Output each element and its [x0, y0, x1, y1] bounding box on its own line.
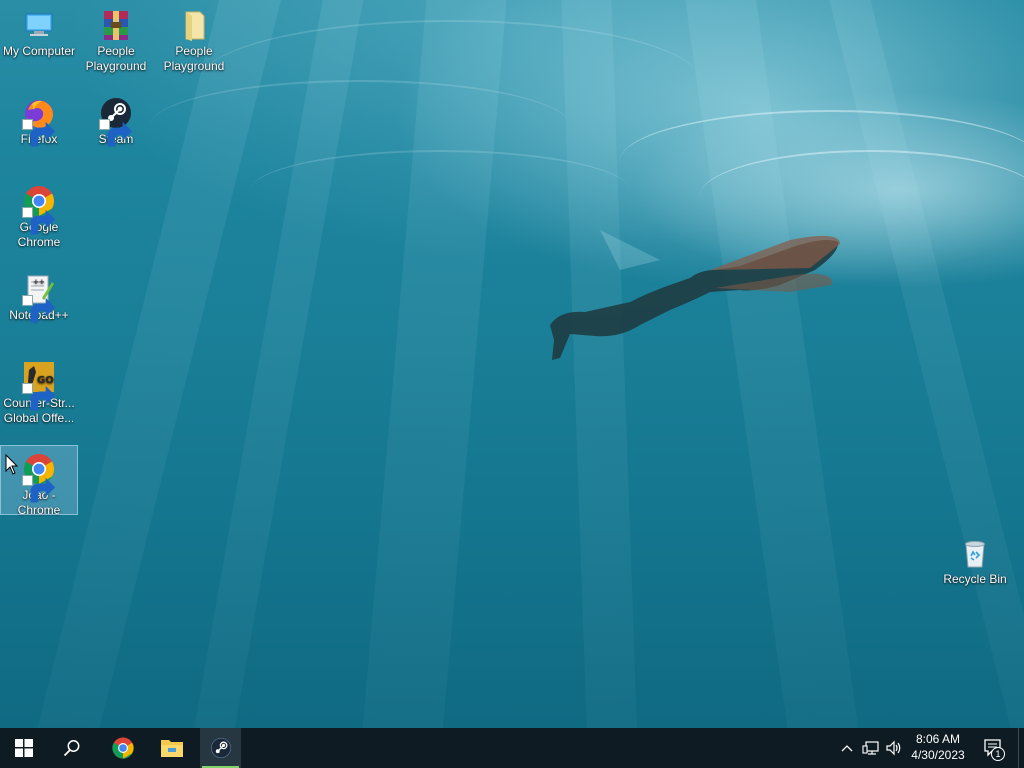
shortcut-arrow-icon: [22, 475, 56, 503]
shortcut-arrow-icon: [22, 295, 56, 323]
network-icon: [862, 741, 879, 755]
surface-ripple: [250, 150, 630, 232]
desktop-background[interactable]: My Computer People Playground People Pla…: [0, 0, 1024, 728]
desktop-icon-my-computer[interactable]: My Computer: [1, 2, 77, 59]
light-ray: [820, 0, 1024, 728]
chrome-icon: [22, 452, 56, 503]
desktop-icon-label: People Playground: [85, 44, 147, 73]
shortcut-arrow-icon: [22, 207, 56, 235]
clock-date: 4/30/2023: [911, 748, 965, 762]
shortcut-arrow-icon: [22, 383, 56, 411]
desktop-icon-csgo[interactable]: GO Counter-Str... Global Offe...: [1, 354, 77, 426]
folder-icon: [161, 740, 183, 757]
shortcut-arrow-icon: [99, 119, 133, 147]
network-button[interactable]: [861, 738, 881, 758]
mouse-cursor-icon: [5, 454, 19, 475]
steam-icon: [99, 96, 133, 147]
desktop-icon-label: People Playground: [163, 44, 225, 73]
chrome-icon: [112, 737, 134, 759]
desktop-icon-recycle-bin[interactable]: Recycle Bin: [937, 530, 1013, 587]
windows-start-icon: [15, 739, 33, 757]
chrome-icon: [22, 184, 56, 235]
csgo-icon: GO: [22, 360, 56, 411]
svg-text:++: ++: [33, 278, 45, 286]
firefox-icon: [22, 96, 56, 147]
recycle-bin-icon: [958, 536, 992, 570]
volume-icon: [886, 740, 901, 756]
taskbar-chrome-button[interactable]: [99, 728, 147, 768]
shortcut-arrow-icon: [22, 119, 56, 147]
desktop-icon-people-playground-archive[interactable]: People Playground: [78, 2, 154, 74]
desktop-icon-people-playground-folder[interactable]: People Playground: [156, 2, 232, 74]
desktop-icon-label: My Computer: [2, 44, 76, 58]
computer-icon: [22, 8, 56, 42]
notification-count-badge: 1: [991, 747, 1005, 761]
desktop-icon-steam[interactable]: Steam: [78, 90, 154, 147]
winrar-archive-icon: [99, 8, 133, 42]
notepadpp-icon: ++: [22, 272, 56, 323]
surface-ripple: [700, 150, 1024, 242]
chevron-up-icon: [841, 745, 853, 752]
show-desktop-button[interactable]: [1018, 728, 1024, 768]
taskbar: 8:06 AM 4/30/2023 1: [0, 728, 1024, 768]
action-center-button[interactable]: 1: [982, 737, 1005, 761]
taskbar-steam-button[interactable]: [200, 728, 241, 768]
steam-icon: [210, 737, 231, 759]
desktop-icon-firefox[interactable]: Firefox: [1, 90, 77, 147]
start-button[interactable]: [0, 728, 48, 768]
taskbar-file-explorer-button[interactable]: [148, 728, 196, 768]
show-hidden-icons-button[interactable]: [837, 738, 857, 758]
clock-time: 8:06 AM: [915, 732, 961, 746]
folder-icon: [177, 8, 211, 42]
clock[interactable]: 8:06 AM 4/30/2023: [904, 731, 972, 765]
search-icon: [63, 740, 80, 757]
desktop-icon-notepadpp[interactable]: ++ Notepad++: [1, 266, 77, 323]
desktop-icon-google-chrome[interactable]: Google Chrome: [1, 178, 77, 250]
desktop-icon-label: Recycle Bin: [943, 572, 1007, 586]
search-button[interactable]: [48, 728, 96, 768]
volume-button[interactable]: [884, 738, 904, 758]
diver-silhouette: [550, 230, 840, 360]
